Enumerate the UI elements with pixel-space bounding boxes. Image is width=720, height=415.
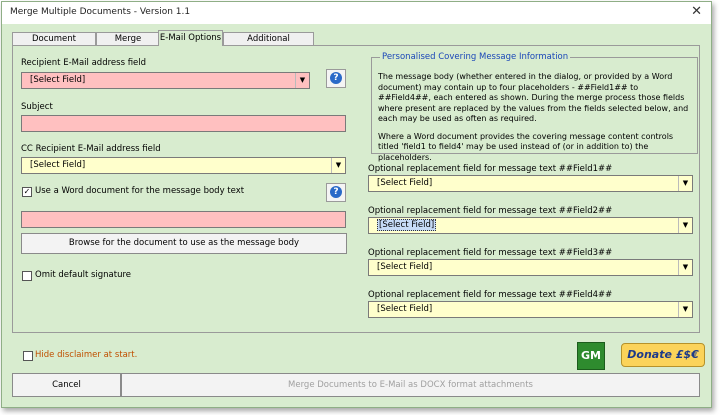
field2-select-value: [Select Field] xyxy=(377,219,437,231)
recipient-help-button[interactable]: ? xyxy=(326,69,346,88)
field3-select[interactable]: [Select Field] ▼ xyxy=(368,259,693,276)
tab-merge-options[interactable]: Merge Options xyxy=(96,32,160,57)
recipient-select-value: [Select Field] xyxy=(30,75,86,85)
recipient-label: Recipient E-Mail address field xyxy=(21,58,147,68)
window-title: Merge Multiple Documents - Version 1.1 xyxy=(10,7,191,17)
chevron-down-icon: ▼ xyxy=(678,176,692,191)
field3-select-value: [Select Field] xyxy=(377,262,433,272)
word-document-path-input[interactable] xyxy=(21,211,346,228)
info-paragraph-2: Where a Word document provides the cover… xyxy=(378,131,674,162)
field4-label: Optional replacement field for message t… xyxy=(368,290,613,300)
info-text: The message body (whether entered in the… xyxy=(378,72,692,163)
merge-button[interactable]: Merge Documents to E-Mail as DOCX format… xyxy=(121,373,700,397)
field4-select[interactable]: [Select Field] ▼ xyxy=(368,301,693,318)
email-options-panel: Recipient E-Mail address field [Select F… xyxy=(12,45,700,333)
chevron-down-icon: ▼ xyxy=(678,260,692,275)
recipient-select[interactable]: [Select Field] ▼ xyxy=(21,72,310,89)
cc-label: CC Recipient E-Mail address field xyxy=(21,144,161,154)
word-help-button[interactable]: ? xyxy=(326,183,346,202)
chevron-down-icon: ▼ xyxy=(678,218,692,233)
bottom-button-bar: Cancel Merge Documents to E-Mail as DOCX… xyxy=(12,373,700,397)
field4-select-value: [Select Field] xyxy=(377,304,433,314)
hide-disclaimer-checkbox[interactable] xyxy=(23,351,33,361)
dialog-window: Merge Multiple Documents - Version 1.1 ✕… xyxy=(1,1,712,408)
field1-label: Optional replacement field for message t… xyxy=(368,164,613,174)
hide-disclaimer-label: Hide disclaimer at start. xyxy=(35,350,138,360)
title-bar: Merge Multiple Documents - Version 1.1 ✕ xyxy=(2,2,711,24)
chevron-down-icon: ▼ xyxy=(331,158,345,173)
field3-label: Optional replacement field for message t… xyxy=(368,248,613,258)
subject-input[interactable] xyxy=(21,115,346,132)
tab-email-options[interactable]: E-Mail Options xyxy=(158,30,223,46)
help-icon: ? xyxy=(330,72,342,84)
chevron-down-icon: ▼ xyxy=(678,302,692,317)
help-icon: ? xyxy=(330,186,342,198)
field2-select[interactable]: [Select Field] ▼ xyxy=(368,217,693,234)
close-icon[interactable]: ✕ xyxy=(691,4,702,19)
omit-signature-checkbox[interactable] xyxy=(22,271,32,281)
use-word-label: Use a Word document for the message body… xyxy=(35,186,245,196)
donate-button[interactable]: Donate £$€ xyxy=(621,343,705,367)
browse-button[interactable]: Browse for the document to use as the me… xyxy=(21,233,347,254)
use-word-checkbox[interactable]: ✓ xyxy=(22,187,32,197)
cc-select[interactable]: [Select Field] ▼ xyxy=(21,157,346,174)
field1-select-value: [Select Field] xyxy=(377,178,433,188)
field2-label: Optional replacement field for message t… xyxy=(368,206,613,216)
subject-label: Subject xyxy=(21,102,53,112)
tab-additional-attachments[interactable]: Additional Attachments xyxy=(223,32,314,57)
info-groupbox: Personalised Covering Message Informatio… xyxy=(371,52,698,162)
chevron-down-icon: ▼ xyxy=(295,73,309,88)
info-title: Personalised Covering Message Informatio… xyxy=(380,52,571,62)
info-paragraph-1: The message body (whether entered in the… xyxy=(378,72,689,123)
tab-document-selection[interactable]: Document Selection xyxy=(12,32,96,57)
cancel-button[interactable]: Cancel xyxy=(12,373,121,397)
field1-select[interactable]: [Select Field] ▼ xyxy=(368,175,693,192)
cc-select-value: [Select Field] xyxy=(30,160,86,170)
gm-logo-button[interactable]: GM xyxy=(577,342,605,370)
omit-signature-label: Omit default signature xyxy=(35,270,132,280)
